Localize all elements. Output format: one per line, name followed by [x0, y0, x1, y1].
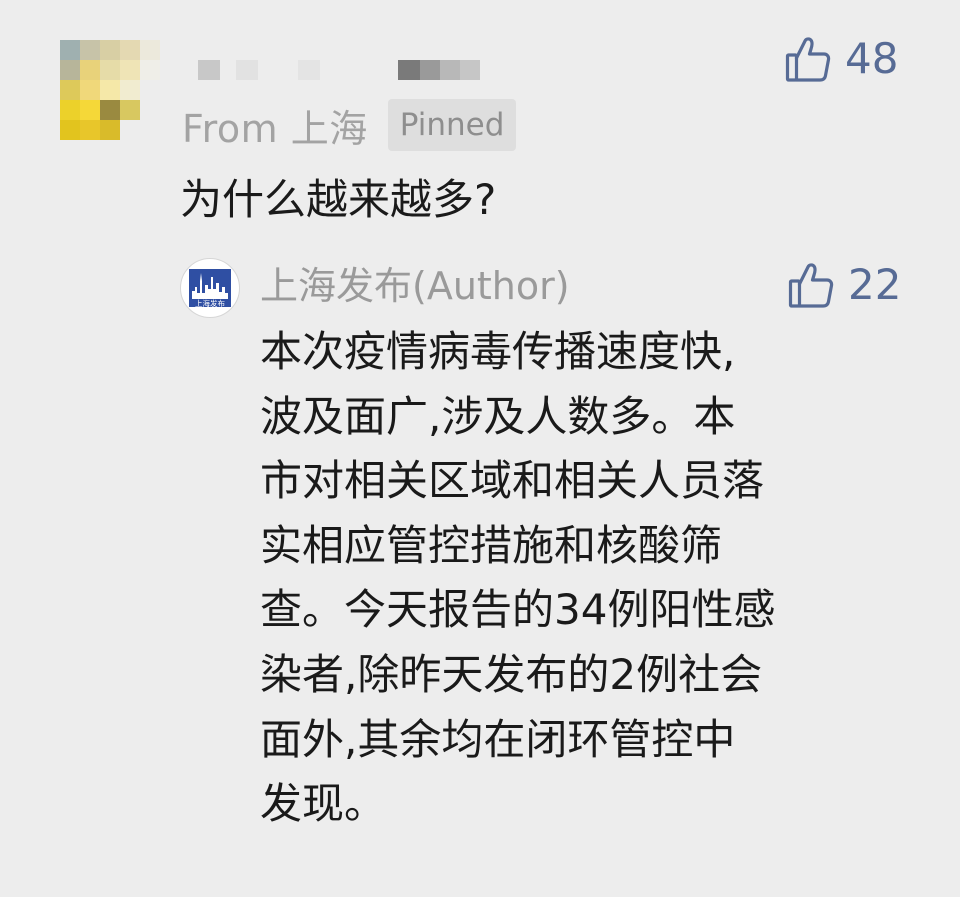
reply-text-line: 波及面广,涉及人数多。本 [260, 391, 736, 441]
reply-text-line: 面外,其余均在闭环管控中 [260, 714, 736, 764]
commenter-name-blurred [198, 60, 488, 82]
reply-text-line: 市对相关区域和相关人员落 [260, 456, 765, 506]
reply-like-button[interactable]: 22 [788, 260, 901, 309]
thumbs-up-icon [788, 261, 834, 309]
reply-text-line: 实相应管控措施和核酸筛 [260, 520, 723, 570]
reply-text-line: 查。今天报告的34例阳性感 [260, 585, 776, 635]
commenter-avatar[interactable] [60, 40, 160, 140]
thumbs-up-icon [785, 35, 831, 83]
reply-text-line: 染者,除昨天发布的2例社会 [260, 649, 763, 699]
comment-like-count: 48 [845, 34, 899, 83]
logo-text: 上海发布 [195, 298, 225, 308]
comment-text: 为什么越来越多? [180, 175, 497, 224]
reply-like-count: 22 [848, 260, 902, 309]
reply-author-name[interactable]: 上海发布(Author) [260, 258, 570, 314]
comment-location: From 上海 [182, 106, 368, 151]
reply-text-line: 发现。 [260, 779, 387, 829]
comment-meta: From 上海 Pinned [182, 96, 517, 154]
reply-text-line: 本次疫情病毒传播速度快, [260, 327, 736, 376]
reply-text: 本次疫情病毒传播速度快, 波及面广,涉及人数多。本 市对相关区域和相关人员落 实… [260, 320, 910, 837]
shanghai-fabu-logo-icon: 上海发布 [189, 269, 231, 308]
pinned-badge: Pinned [387, 99, 517, 151]
reply-author-avatar[interactable]: 上海发布 [180, 258, 240, 318]
comment-like-button[interactable]: 48 [785, 34, 898, 83]
